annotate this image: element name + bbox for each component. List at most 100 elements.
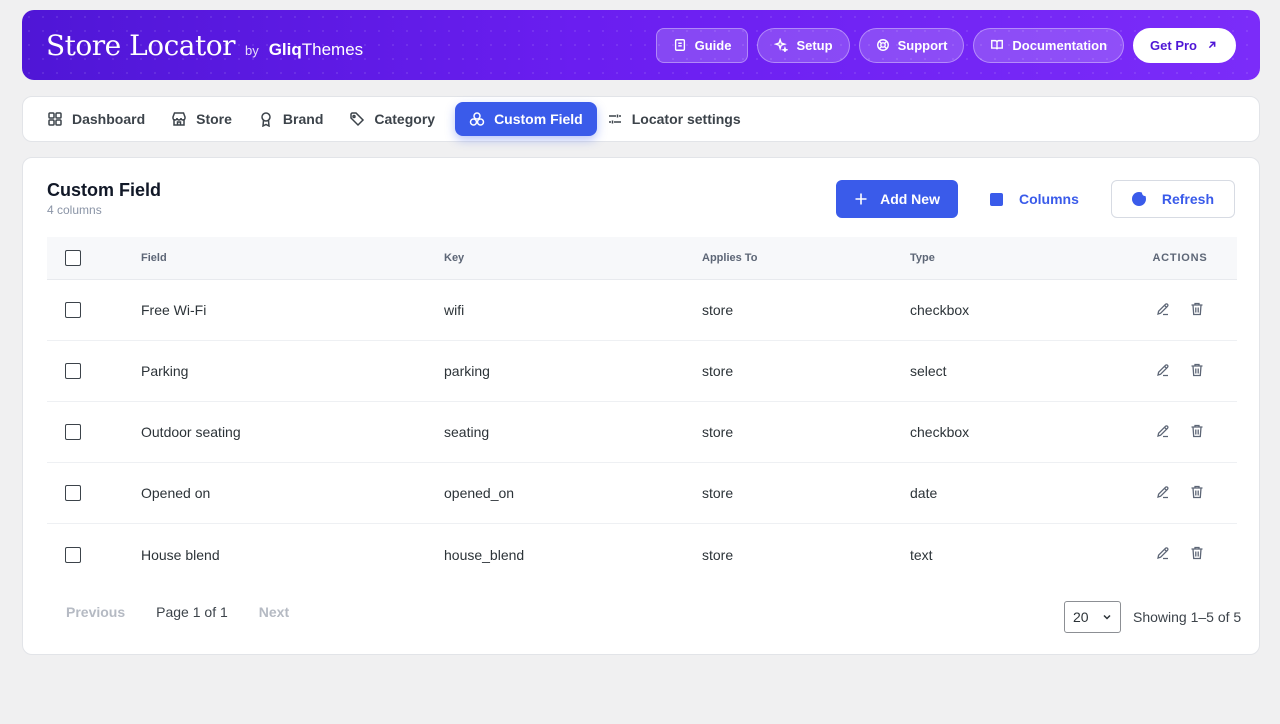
- header-actions: Guide Setup Support Documentation Get Pr…: [655, 27, 1236, 63]
- row-actions: [1123, 484, 1237, 503]
- guide-button[interactable]: Guide: [655, 27, 749, 63]
- trash-icon[interactable]: [1189, 301, 1205, 320]
- cell-field: House blend: [141, 546, 220, 563]
- row-checkbox[interactable]: [65, 424, 81, 440]
- header-applies-to[interactable]: Applies To: [702, 252, 910, 264]
- row-check-cell: [47, 485, 141, 501]
- cell-key: parking: [444, 363, 490, 379]
- logo-brand: GliqThemes: [269, 40, 363, 60]
- per-page-control: 20 Showing 1–5 of 5: [1064, 601, 1241, 633]
- tab-brand[interactable]: Brand: [252, 102, 339, 136]
- select-all-checkbox[interactable]: [65, 250, 81, 266]
- page-info: Page 1 of 1: [156, 604, 228, 620]
- row-checkbox[interactable]: [65, 363, 81, 379]
- logo: Store Locator by GliqThemes: [46, 29, 363, 62]
- documentation-button[interactable]: Documentation: [973, 27, 1125, 63]
- award-icon: [261, 112, 271, 127]
- tab-custom-field[interactable]: Custom Field: [455, 102, 597, 136]
- open-book-icon: [991, 39, 1004, 50]
- table-header: Field Key Applies To Type ACTIONS: [47, 237, 1237, 280]
- row-checkbox[interactable]: [65, 546, 81, 563]
- table-row: Free Wi-Fi wifi store checkbox: [47, 280, 1237, 341]
- get-pro-button[interactable]: Get Pro: [1133, 27, 1236, 63]
- cell-type: checkbox: [910, 424, 970, 440]
- tab-category-label: Category: [374, 111, 436, 127]
- refresh-icon: [1131, 190, 1148, 206]
- row-checkbox[interactable]: [65, 302, 81, 318]
- cell-type: select: [910, 363, 947, 379]
- trash-icon[interactable]: [1189, 484, 1205, 503]
- add-new-button[interactable]: Add New: [836, 180, 958, 218]
- card-actions: Add New Columns Refresh: [836, 180, 1235, 218]
- select-all-cell: [47, 250, 141, 266]
- trash-icon[interactable]: [1189, 423, 1205, 442]
- columns-label: Columns: [1018, 191, 1079, 207]
- edit-icon[interactable]: [1155, 484, 1171, 503]
- tab-brand-label: Brand: [282, 111, 324, 127]
- header-actions: ACTIONS: [1152, 252, 1208, 264]
- cell-key: house_blend: [444, 546, 525, 563]
- setup-button[interactable]: Setup: [757, 27, 850, 63]
- tab-dashboard[interactable]: Dashboard: [41, 102, 161, 136]
- row-check-cell: [47, 302, 141, 318]
- tab-category[interactable]: Category: [343, 102, 451, 136]
- grid-icon: [48, 112, 62, 126]
- edit-icon[interactable]: [1155, 423, 1171, 442]
- cell-type: checkbox: [910, 302, 970, 318]
- header-type[interactable]: Type: [910, 252, 1123, 264]
- cell-applies-to: store: [702, 546, 734, 563]
- per-page-select[interactable]: 20: [1064, 601, 1121, 633]
- nav-tabs: Dashboard Store Brand Category Custom Fi…: [22, 96, 1260, 142]
- custom-field-table: Field Key Applies To Type ACTIONS Free W…: [47, 237, 1237, 585]
- row-checkbox[interactable]: [65, 485, 81, 501]
- logo-title: Store Locator: [46, 28, 235, 62]
- cell-field: Outdoor seating: [141, 424, 241, 440]
- columns-count: 4 columns: [47, 203, 102, 217]
- cell-type: text: [910, 546, 933, 563]
- next-button[interactable]: Next: [240, 604, 308, 620]
- logo-by: by: [244, 42, 259, 58]
- sparkle-icon: [774, 38, 789, 52]
- logo-brand-bold: Gliq: [268, 39, 302, 59]
- documentation-label: Documentation: [1012, 37, 1108, 53]
- row-actions: [1123, 301, 1237, 320]
- table-row: Outdoor seating seating store checkbox: [47, 402, 1237, 463]
- support-button[interactable]: Support: [858, 27, 965, 63]
- support-label: Support: [897, 37, 948, 53]
- guide-label: Guide: [694, 37, 732, 53]
- shapes-icon: [469, 112, 485, 126]
- setup-label: Setup: [796, 37, 833, 53]
- cell-field: Opened on: [141, 485, 211, 501]
- trash-icon[interactable]: [1189, 545, 1205, 564]
- tab-dashboard-label: Dashboard: [72, 111, 146, 127]
- row-check-cell: [47, 546, 141, 563]
- table-row: Parking parking store select: [47, 341, 1237, 402]
- previous-button[interactable]: Previous: [47, 604, 144, 620]
- columns-button[interactable]: Columns: [970, 180, 1099, 218]
- row-check-cell: [47, 363, 141, 379]
- add-new-label: Add New: [880, 191, 940, 207]
- lifebuoy-icon: [876, 39, 889, 51]
- cell-key: seating: [444, 424, 490, 440]
- cell-key: wifi: [444, 302, 465, 318]
- tab-store-label: Store: [196, 111, 232, 127]
- table-row: House blend house_blend store text: [47, 524, 1237, 585]
- sliders-icon: [608, 114, 621, 124]
- refresh-label: Refresh: [1161, 191, 1214, 207]
- chevron-down-icon: [1103, 614, 1111, 620]
- cell-type: date: [910, 485, 938, 501]
- refresh-button[interactable]: Refresh: [1110, 180, 1235, 218]
- tab-locator-settings-label: Locator settings: [631, 111, 741, 127]
- edit-icon[interactable]: [1155, 362, 1171, 381]
- header-key[interactable]: Key: [444, 252, 702, 264]
- header-field[interactable]: Field: [141, 252, 444, 264]
- tab-store[interactable]: Store: [165, 102, 248, 136]
- tab-locator-settings[interactable]: Locator settings: [601, 102, 757, 136]
- edit-icon[interactable]: [1155, 545, 1171, 564]
- showing-count: Showing 1–5 of 5: [1133, 609, 1242, 625]
- edit-icon[interactable]: [1155, 301, 1171, 320]
- row-actions: [1123, 423, 1237, 442]
- per-page-value: 20: [1073, 609, 1089, 625]
- trash-icon[interactable]: [1189, 362, 1205, 381]
- row-actions: [1123, 545, 1237, 564]
